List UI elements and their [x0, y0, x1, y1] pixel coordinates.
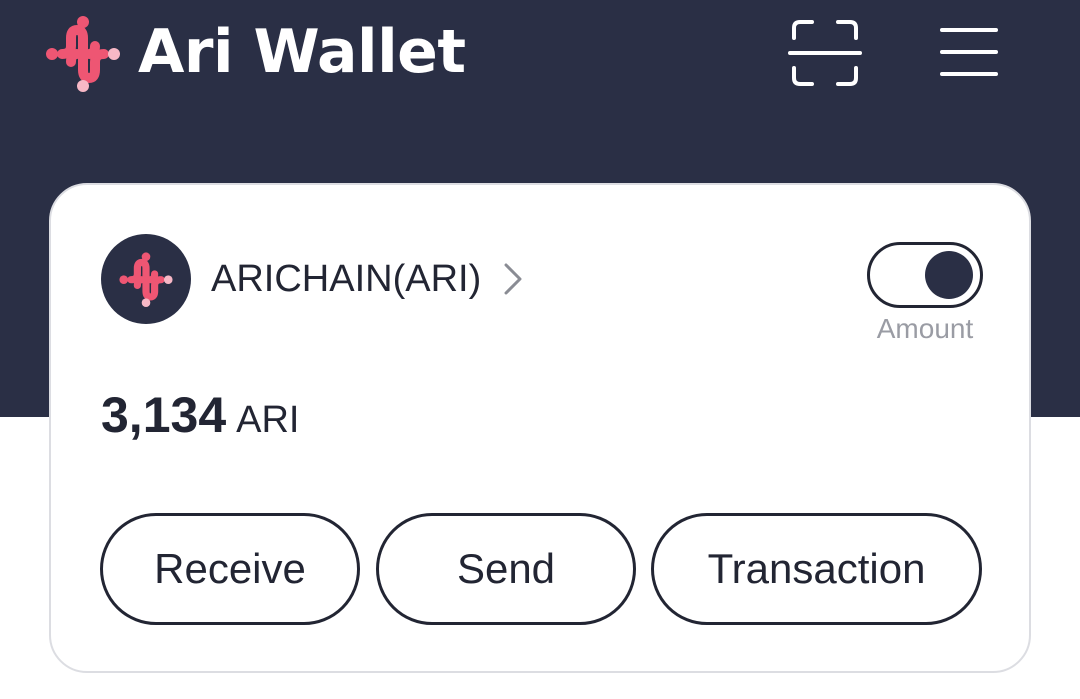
toggle-knob	[925, 251, 973, 299]
amount-toggle[interactable]	[867, 242, 983, 308]
ari-logo-icon	[44, 14, 122, 92]
ari-wallet-app: Ari Wallet ARICHAIN(ARI) Amount 3,134 AR…	[0, 0, 1080, 699]
token-selector[interactable]: ARICHAIN(ARI)	[101, 233, 523, 325]
token-avatar	[101, 234, 191, 324]
transaction-button[interactable]: Transaction	[651, 513, 982, 625]
send-button[interactable]: Send	[376, 513, 636, 625]
scan-qr-icon	[788, 20, 862, 86]
amount-toggle-label: Amount	[876, 313, 974, 344]
app-title: Ari Wallet	[138, 17, 466, 87]
balance-amount: 3,134	[101, 387, 227, 443]
balance-display: 3,134 ARI	[101, 385, 299, 458]
wallet-card: ARICHAIN(ARI) Amount 3,134 ARI Receive Se…	[49, 183, 1031, 673]
scan-button[interactable]	[784, 12, 866, 94]
token-name: ARICHAIN(ARI)	[211, 258, 482, 300]
menu-button[interactable]	[930, 16, 1008, 88]
app-header: Ari Wallet	[0, 0, 1080, 110]
ari-token-logo-icon	[119, 252, 173, 307]
balance-unit: ARI	[236, 399, 300, 441]
hamburger-menu-icon	[940, 28, 998, 76]
action-buttons: Receive Send Transaction	[100, 513, 984, 627]
receive-button[interactable]: Receive	[100, 513, 360, 625]
chevron-right-icon	[504, 263, 522, 295]
